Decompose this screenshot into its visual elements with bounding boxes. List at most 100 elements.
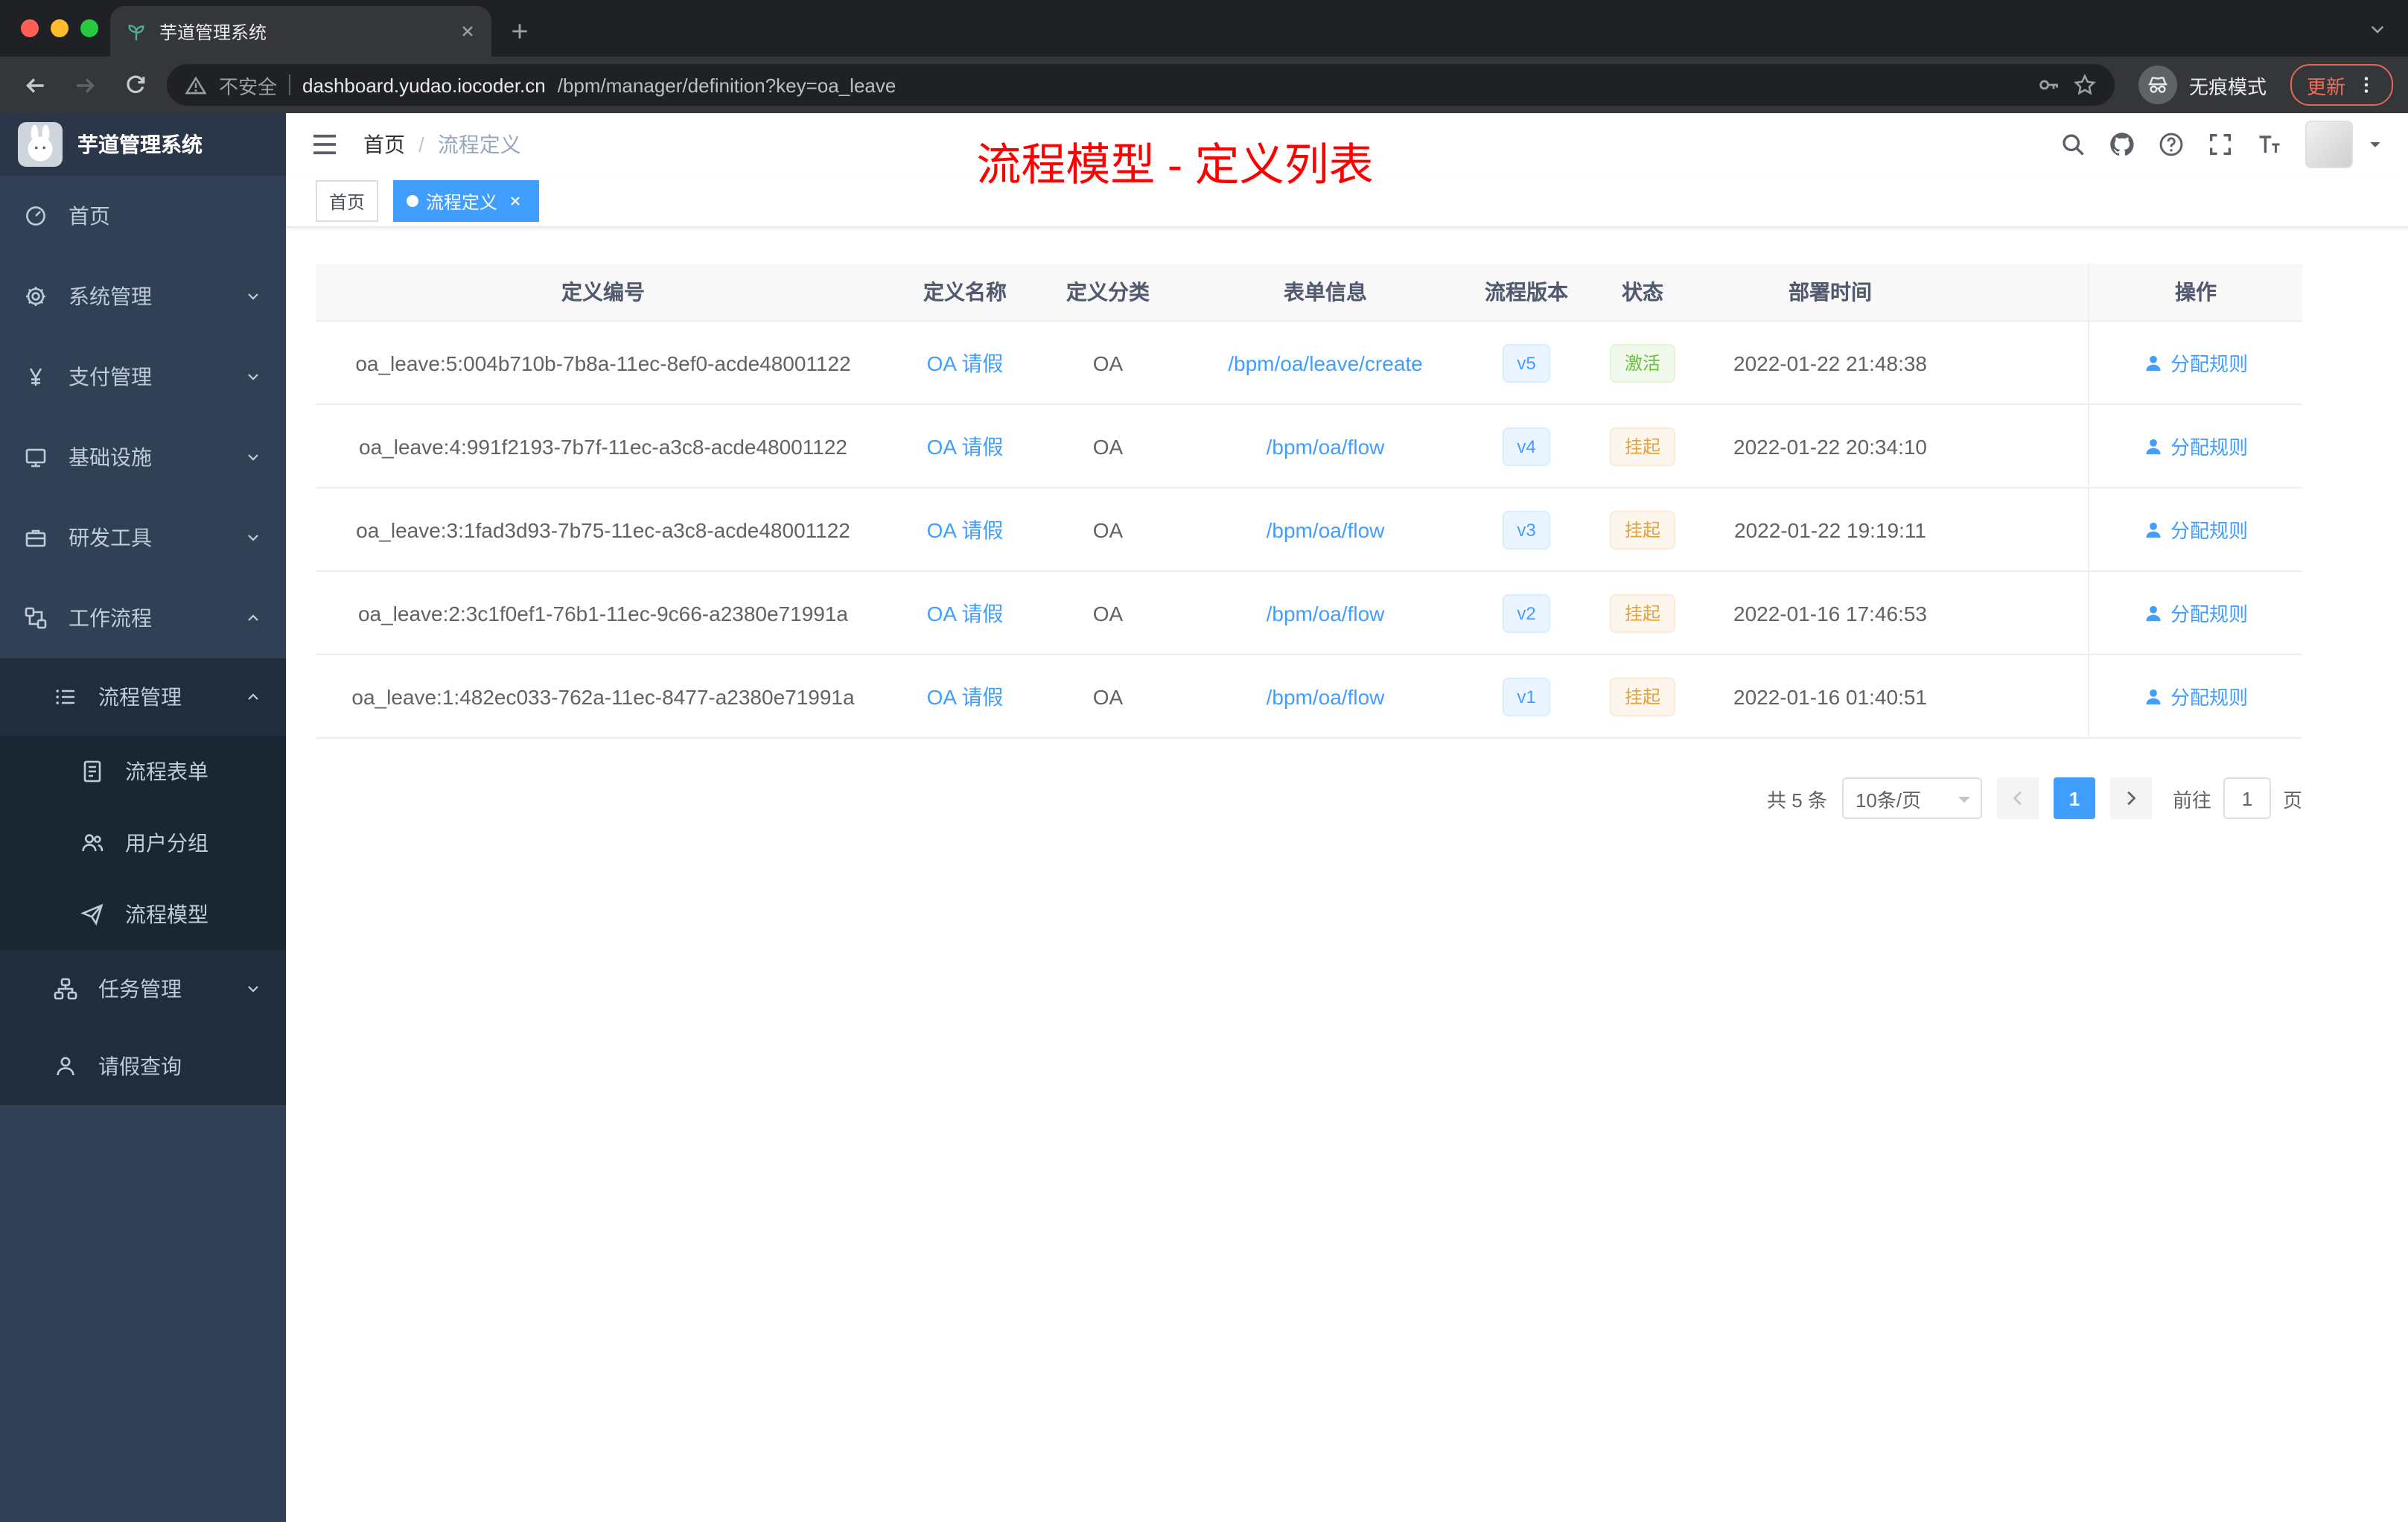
- sidebar-item-process-form[interactable]: 流程表单: [0, 736, 286, 807]
- assign-rule-link[interactable]: 分配规则: [2144, 682, 2248, 710]
- breadcrumb: 首页 / 流程定义: [363, 130, 521, 159]
- address-bar[interactable]: 不安全 dashboard.yudao.iocoder.cn /bpm/mana…: [167, 64, 2115, 106]
- sidebar-toggle-hamburger-icon[interactable]: [310, 130, 340, 159]
- table-row: oa_leave:3:1fad3d93-7b75-11ec-a3c8-acde4…: [316, 488, 2302, 572]
- annotation-title: 流程模型 - 定义列表: [976, 141, 1374, 191]
- assign-rule-label: 分配规则: [2170, 603, 2248, 625]
- definition-id: oa_leave:4:991f2193-7b7f-11ec-a3c8-acde4…: [359, 434, 847, 458]
- sidebar-item-payment[interactable]: 支付管理: [0, 337, 286, 417]
- assign-rule-link[interactable]: 分配规则: [2144, 515, 2248, 544]
- avatar-caret-down-icon[interactable]: [2366, 136, 2384, 153]
- definition-name-link[interactable]: OA 请假: [927, 681, 1004, 711]
- cell-status: 挂起: [1579, 655, 1707, 737]
- incognito-indicator: 无痕模式: [2138, 66, 2267, 104]
- sidebar-menu: 首页系统管理支付管理基础设施研发工具工作流程 流程管理 流程表单 用户分组 流程模型任务…: [0, 176, 286, 1105]
- sidebar-item-label: 基础设施: [69, 445, 152, 469]
- table-row: oa_leave:5:004b710b-7b8a-11ec-8ef0-acde4…: [316, 322, 2302, 405]
- fullscreen-icon[interactable]: [2207, 131, 2234, 158]
- security-warning-icon[interactable]: [185, 74, 207, 96]
- definition-name-link[interactable]: OA 请假: [927, 348, 1004, 378]
- forward-button[interactable]: [66, 66, 104, 104]
- assign-rule-link[interactable]: 分配规则: [2144, 432, 2248, 460]
- sidebar-item-infra[interactable]: 基础设施: [0, 417, 286, 497]
- sidebar: 芋道管理系统 首页系统管理支付管理基础设施研发工具工作流程 流程管理 流程表单 用户分…: [0, 113, 286, 1522]
- assign-rule-link[interactable]: 分配规则: [2144, 348, 2248, 377]
- sidebar-item-label: 系统管理: [69, 284, 152, 308]
- goto-label: 前往: [2172, 789, 2211, 811]
- form-link[interactable]: /bpm/oa/flow: [1267, 601, 1385, 625]
- definition-category: OA: [1092, 518, 1124, 541]
- definition-name-link[interactable]: OA 请假: [927, 515, 1004, 544]
- user-avatar[interactable]: [2305, 121, 2353, 168]
- sidebar-item-process-manage[interactable]: 流程管理: [0, 658, 286, 736]
- form-link[interactable]: /bpm/oa/leave/create: [1228, 351, 1423, 375]
- page-size-select[interactable]: 10条/页: [1841, 777, 1982, 819]
- form-link[interactable]: /bpm/oa/flow: [1267, 518, 1385, 541]
- help-icon[interactable]: [2158, 131, 2185, 158]
- page-number-button[interactable]: 1: [2053, 777, 2095, 819]
- sidebar-item-leave-query[interactable]: 请假查询: [0, 1028, 286, 1105]
- reload-button[interactable]: [116, 66, 155, 104]
- definition-name-link[interactable]: OA 请假: [927, 598, 1004, 628]
- definition-table: 定义编号 定义名称 定义分类 表单信息 流程版本 状态 部署时间 操作 oa_leave:5:0…: [316, 264, 2302, 739]
- assign-rule-link[interactable]: 分配规则: [2144, 599, 2248, 627]
- sidebar-item-label: 研发工具: [69, 526, 152, 550]
- cell-form: /bpm/oa/flow: [1176, 488, 1474, 570]
- form-link[interactable]: /bpm/oa/flow: [1267, 434, 1385, 458]
- browser-toolbar: 不安全 dashboard.yudao.iocoder.cn /bpm/mana…: [0, 57, 2408, 113]
- assign-rule-label: 分配规则: [2170, 353, 2248, 375]
- search-icon[interactable]: [2060, 131, 2086, 158]
- password-key-icon[interactable]: [2037, 73, 2061, 97]
- next-page-button[interactable]: [2109, 777, 2152, 819]
- back-button[interactable]: [15, 66, 54, 104]
- browser-menu-kebab-icon[interactable]: [2356, 74, 2377, 95]
- column-header: 定义名称: [923, 280, 1007, 304]
- sidebar-logo[interactable]: 芋道管理系统: [0, 113, 286, 176]
- sidebar-item-workflow[interactable]: 工作流程: [0, 578, 286, 658]
- user-icon: [2144, 602, 2165, 623]
- page-content: 定义编号 定义名称 定义分类 表单信息 流程版本 状态 部署时间 操作 oa_leave:5:0…: [286, 228, 2408, 1522]
- sidebar-item-process-model[interactable]: 流程模型: [0, 879, 286, 950]
- sidebar-item-devtools[interactable]: 研发工具: [0, 497, 286, 578]
- tab-close-icon[interactable]: [459, 22, 477, 40]
- definition-id: oa_leave:5:004b710b-7b8a-11ec-8ef0-acde4…: [355, 351, 851, 375]
- tag-close-icon[interactable]: [505, 191, 526, 211]
- cell-action: 分配规则: [2088, 572, 2302, 654]
- browser-update-button[interactable]: 更新: [2290, 64, 2393, 106]
- goto-unit-label: 页: [2282, 789, 2302, 811]
- bookmark-star-icon[interactable]: [2073, 73, 2097, 97]
- prev-page-button[interactable]: [1996, 777, 2039, 819]
- tab-search-chevron-icon[interactable]: [2368, 19, 2387, 39]
- cell-filler: [1954, 572, 2088, 654]
- github-icon[interactable]: [2109, 131, 2135, 158]
- definition-name-link[interactable]: OA 请假: [927, 431, 1004, 461]
- security-label: 不安全: [219, 75, 278, 98]
- minimize-window-button[interactable]: [51, 19, 69, 37]
- deploy-time: 2022-01-22 20:34:10: [1733, 434, 1927, 458]
- window-controls: [21, 19, 98, 37]
- form-link[interactable]: /bpm/oa/flow: [1267, 684, 1385, 708]
- sidebar-item-home[interactable]: 首页: [0, 176, 286, 256]
- users-icon: [80, 831, 104, 855]
- chevron-down-icon: [244, 529, 262, 547]
- sidebar-item-label: 任务管理: [98, 977, 182, 1001]
- cell-form: /bpm/oa/flow: [1176, 572, 1474, 654]
- sidebar-item-task-manage[interactable]: 任务管理: [0, 950, 286, 1028]
- font-size-icon[interactable]: [2256, 131, 2283, 158]
- goto-page-input[interactable]: [2223, 777, 2271, 819]
- zoom-window-button[interactable]: [80, 19, 98, 37]
- url-path: /bpm/manager/definition?key=oa_leave: [557, 74, 896, 96]
- close-window-button[interactable]: [21, 19, 39, 37]
- sidebar-item-user-group[interactable]: 用户分组: [0, 807, 286, 879]
- incognito-label: 无痕模式: [2188, 75, 2267, 98]
- cell-action: 分配规则: [2088, 405, 2302, 487]
- breadcrumb-home[interactable]: 首页: [363, 130, 405, 159]
- tags-view-tag[interactable]: 流程定义: [393, 180, 540, 222]
- new-tab-button[interactable]: [500, 12, 539, 51]
- cell-definition-id: oa_leave:1:482ec033-762a-11ec-8477-a2380…: [316, 655, 891, 737]
- browser-tab[interactable]: 芋道管理系统: [110, 6, 491, 57]
- cell-definition-name: OA 请假: [891, 488, 1039, 570]
- sidebar-item-system[interactable]: 系统管理: [0, 256, 286, 337]
- tags-view-tag[interactable]: 首页: [316, 180, 379, 222]
- definition-category: OA: [1092, 684, 1124, 708]
